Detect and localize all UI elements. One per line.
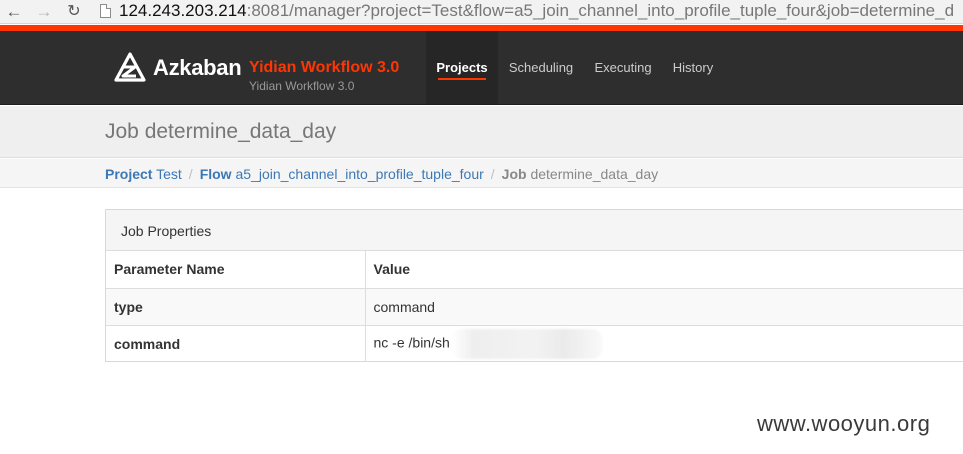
nav-scheduling[interactable]: Scheduling [498,31,584,104]
nav-projects-label: Projects [436,60,488,75]
azkaban-logo-icon[interactable] [114,52,146,82]
panel-heading: Job Properties [106,210,963,251]
parameter-value-text: nc -e /bin/sh [373,334,450,351]
watermark: www.wooyun.org [757,411,931,436]
parameter-name-cell: type [106,288,366,326]
parameter-value-cell: nc -e /bin/sh [365,325,963,362]
nav-executing[interactable]: Executing [584,31,662,104]
breadcrumb: Project Test / Flow a5_join_channel_into_p… [105,166,658,182]
breadcrumb-separator: / [490,166,495,182]
forward-arrow-icon[interactable]: → [34,2,54,22]
breadcrumb-job-value: determine_data_day [530,166,659,182]
breadcrumb-separator: / [188,166,193,182]
back-arrow-icon[interactable]: ← [4,2,24,22]
page-icon [100,4,111,18]
breadcrumb-bar: Project Test / Flow a5_join_channel_into_p… [0,159,963,188]
column-header-value: Value [365,251,963,289]
nav-history[interactable]: History [662,31,724,104]
table-row: type command [106,288,963,326]
breadcrumb-job-key: Job [501,166,527,182]
page-header: Job determine_data_day [0,106,963,158]
panel-title: Job Properties [121,223,212,239]
url-path: :8081/manager?project=Test&flow=a5_join_… [246,1,955,20]
breadcrumb-project-key: Project [105,166,153,182]
parameter-value-cell: command [365,288,963,326]
table-row: command nc -e /bin/sh [106,325,963,362]
breadcrumb-project-link[interactable]: Project Test [105,166,182,182]
reload-icon[interactable]: ↻ [64,2,84,22]
breadcrumb-flow-key: Flow [199,166,232,182]
parameter-name-cell: command [106,325,366,362]
job-properties-panel: Job Properties Parameter Name Value type… [105,209,963,362]
top-navbar: Azkaban Yidian Workflow 3.0 Yidian Workf… [0,31,963,105]
nav-executing-label: Executing [594,60,652,75]
nav-history-label: History [672,60,714,75]
breadcrumb-flow-value: a5_join_channel_into_profile_tuple_four [235,166,484,182]
nav-scheduling-label: Scheduling [508,60,574,75]
brand-subtitle: Yidian Workflow 3.0 [249,59,400,76]
page-title: Job determine_data_day [105,120,337,143]
browser-toolbar: ← → ↻ 124.243.203.214:8081/manager?proje… [0,0,963,24]
brand-version-label: Yidian Workflow 3.0 [249,79,355,93]
breadcrumb-job-current: Job determine_data_day [502,166,658,182]
address-bar[interactable]: 124.243.203.214:8081/manager?project=Tes… [119,1,954,21]
table-header-row: Parameter Name Value [106,251,963,289]
active-nav-underline [438,78,486,80]
nav-projects[interactable]: Projects [426,31,498,104]
breadcrumb-flow-link[interactable]: Flow a5_join_channel_into_profile_tuple_… [200,166,484,182]
redaction-blur [451,328,602,359]
properties-table: Parameter Name Value type command comman… [106,251,963,362]
brand-name[interactable]: Azkaban [153,55,242,81]
breadcrumb-project-value: Test [156,166,182,182]
column-header-parameter-name: Parameter Name [106,251,366,289]
url-host: 124.243.203.214 [119,1,247,20]
